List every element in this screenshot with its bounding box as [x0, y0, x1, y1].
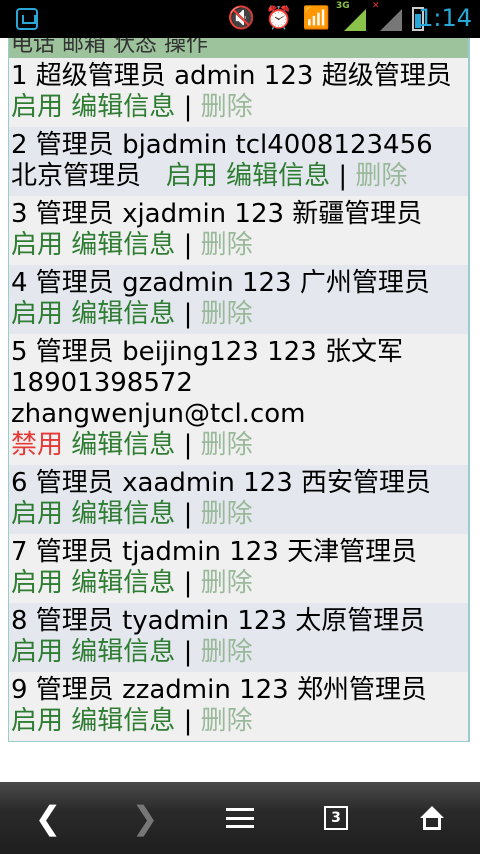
row-actions: 启用 编辑信息 | 删除: [11, 637, 466, 668]
alarm-icon: ⏰: [265, 6, 293, 31]
row-actions: 启用 编辑信息 | 删除: [11, 299, 466, 330]
action-separator: |: [183, 568, 193, 598]
home-button[interactable]: [402, 782, 462, 854]
status-toggle-link[interactable]: 启用: [11, 499, 63, 529]
table-row: 2 管理员 bjadmin tcl4008123456 北京管理员 启用 编辑信…: [9, 127, 468, 196]
signal-no-sim-icon: ✕: [372, 1, 402, 31]
delete-link[interactable]: 删除: [355, 161, 407, 191]
row-actions: 启用 编辑信息 | 删除: [11, 706, 466, 737]
edit-info-link[interactable]: 编辑信息: [71, 637, 175, 667]
edit-info-link[interactable]: 编辑信息: [71, 706, 175, 736]
back-icon: ❮: [34, 799, 62, 837]
tabs-button[interactable]: 3: [306, 782, 366, 854]
web-content[interactable]: 电话 邮箱 状态 操作 1 超级管理员 admin 123 超级管理员 启用 编…: [0, 38, 480, 782]
status-toggle-link[interactable]: 启用: [11, 637, 63, 667]
row-actions: 启用 编辑信息 | 删除: [11, 568, 466, 599]
row-email: zhangwenjun@tcl.com: [11, 399, 306, 429]
row-actions: 禁用 编辑信息 | 删除: [11, 430, 466, 461]
edit-info-link[interactable]: 编辑信息: [226, 161, 330, 191]
home-icon: [419, 806, 445, 830]
action-separator: |: [183, 637, 193, 667]
delete-link[interactable]: 删除: [201, 92, 253, 122]
status-toggle-link[interactable]: 启用: [11, 230, 63, 260]
edit-info-link[interactable]: 编辑信息: [71, 92, 175, 122]
edit-info-link[interactable]: 编辑信息: [71, 430, 175, 460]
status-bar: 🔇 ⏰ 📶 3G ✕ 1:14: [0, 0, 480, 38]
clock: 1:14: [418, 4, 472, 32]
row-actions: 启用 编辑信息 | 删除: [11, 92, 466, 123]
action-separator: |: [338, 161, 348, 191]
status-toggle-link[interactable]: 启用: [11, 92, 63, 122]
forward-icon: ❯: [131, 799, 159, 837]
table-row: 9 管理员 zzadmin 123 郑州管理员 启用 编辑信息 | 删除: [9, 672, 468, 741]
table-row: 3 管理员 xjadmin 123 新疆管理员 启用 编辑信息 | 删除: [9, 196, 468, 265]
menu-icon: [226, 808, 254, 828]
delete-link[interactable]: 删除: [201, 637, 253, 667]
back-button[interactable]: ❮: [18, 782, 78, 854]
admin-table: 电话 邮箱 状态 操作 1 超级管理员 admin 123 超级管理员 启用 编…: [8, 38, 470, 742]
action-separator: |: [183, 299, 193, 329]
action-separator: |: [183, 499, 193, 529]
forward-button[interactable]: ❯: [115, 782, 175, 854]
status-toggle-link[interactable]: 启用: [11, 706, 63, 736]
delete-link[interactable]: 删除: [201, 706, 253, 736]
row-info: 3 管理员 xjadmin 123 新疆管理员: [11, 199, 423, 229]
status-toggle-link[interactable]: 启用: [11, 299, 63, 329]
browser-nav-bar: ❮ ❯ 3: [0, 782, 480, 854]
mute-icon: 🔇: [227, 6, 256, 31]
tabs-icon: 3: [324, 806, 348, 830]
action-separator: |: [183, 430, 193, 460]
delete-link[interactable]: 删除: [201, 299, 253, 329]
table-row: 1 超级管理员 admin 123 超级管理员 启用 编辑信息 | 删除: [9, 58, 468, 127]
table-row: 5 管理员 beijing123 123 张文军 18901398572 zha…: [9, 334, 468, 465]
delete-link[interactable]: 删除: [201, 499, 253, 529]
edit-info-link[interactable]: 编辑信息: [71, 568, 175, 598]
action-separator: |: [183, 230, 193, 260]
row-actions: 北京管理员 启用 编辑信息 | 删除: [11, 161, 466, 192]
row-info: 5 管理员 beijing123 123 张文军: [11, 337, 404, 367]
action-separator: |: [183, 706, 193, 736]
signal-3g-icon: 3G: [336, 1, 366, 31]
table-row: 6 管理员 xaadmin 123 西安管理员 启用 编辑信息 | 删除: [9, 465, 468, 534]
network-type-label: 3G: [336, 1, 350, 11]
delete-link[interactable]: 删除: [201, 568, 253, 598]
status-toggle-link[interactable]: 启用: [166, 161, 218, 191]
row-actions: 启用 编辑信息 | 删除: [11, 230, 466, 261]
status-toggle-link[interactable]: 启用: [11, 568, 63, 598]
action-separator: |: [183, 92, 193, 122]
edit-info-link[interactable]: 编辑信息: [71, 230, 175, 260]
row-phone: 18901398572: [11, 368, 193, 398]
table-row: 7 管理员 tjadmin 123 天津管理员 启用 编辑信息 | 删除: [9, 534, 468, 603]
row-actions: 启用 编辑信息 | 删除: [11, 499, 466, 530]
row-info: 8 管理员 tyadmin 123 太原管理员: [11, 606, 426, 636]
row-info: 6 管理员 xaadmin 123 西安管理员: [11, 468, 432, 498]
delete-link[interactable]: 删除: [201, 230, 253, 260]
table-header: 电话 邮箱 状态 操作: [9, 38, 468, 58]
row-info: 7 管理员 tjadmin 123 天津管理员: [11, 537, 418, 567]
table-row: 4 管理员 gzadmin 123 广州管理员 启用 编辑信息 | 删除: [9, 265, 468, 334]
row-info: 9 管理员 zzadmin 123 郑州管理员: [11, 675, 427, 705]
wifi-icon: 📶: [302, 6, 330, 31]
row-info: 2 管理员 bjadmin tcl4008123456: [11, 130, 433, 160]
status-icons: 🔇 ⏰ 📶 3G ✕: [227, 1, 424, 32]
edit-info-link[interactable]: 编辑信息: [71, 499, 175, 529]
menu-button[interactable]: [210, 782, 270, 854]
no-signal-mark: ✕: [372, 1, 380, 11]
row-info-cont: 北京管理员: [11, 161, 142, 191]
app-notification-icon: [16, 8, 38, 30]
table-row: 8 管理员 tyadmin 123 太原管理员 启用 编辑信息 | 删除: [9, 603, 468, 672]
row-info: 1 超级管理员 admin 123 超级管理员: [11, 61, 452, 91]
edit-info-link[interactable]: 编辑信息: [71, 299, 175, 329]
row-info: 4 管理员 gzadmin 123 广州管理员: [11, 268, 430, 298]
status-toggle-link[interactable]: 禁用: [11, 430, 63, 460]
delete-link[interactable]: 删除: [201, 430, 253, 460]
